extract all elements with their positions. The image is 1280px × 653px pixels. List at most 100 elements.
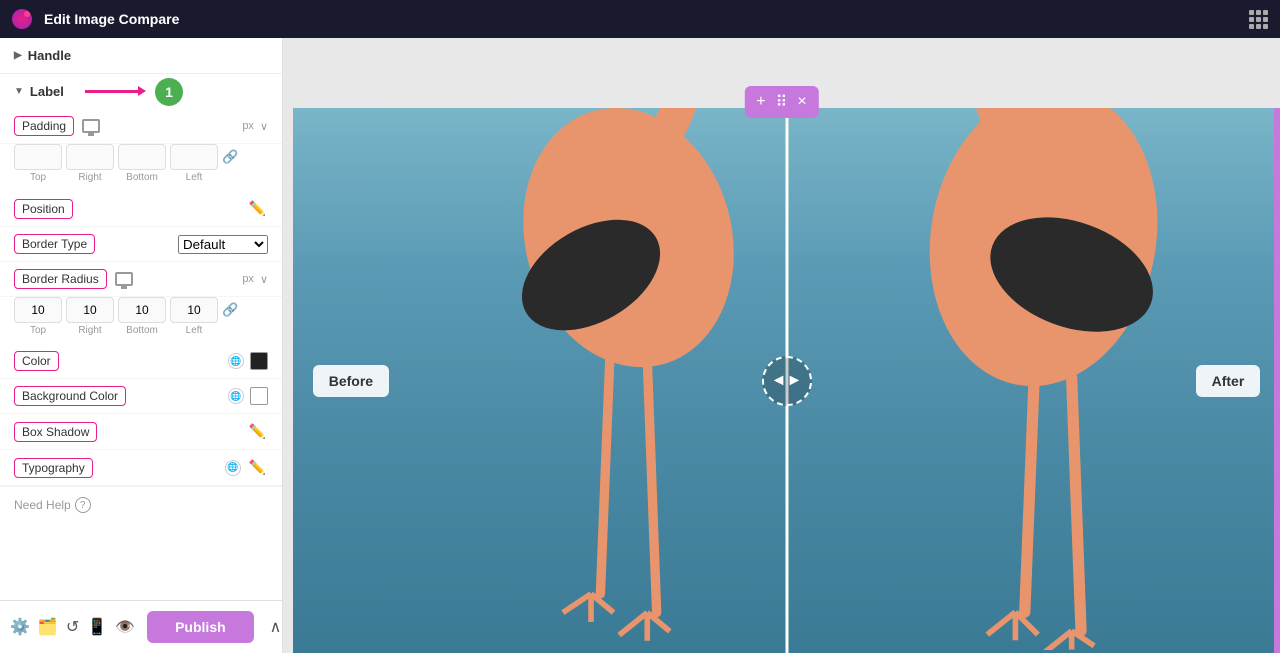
bg-color-controls: 🌐 [228, 387, 268, 405]
box-shadow-edit-button[interactable]: ✏️ [247, 421, 268, 442]
after-label: After [1196, 365, 1261, 397]
label-header-text: Label [30, 84, 64, 99]
handle-section[interactable]: ▶ Handle [0, 38, 282, 74]
br-inputs: 🔗 Top Right Bottom Left [0, 297, 282, 344]
border-radius-label[interactable]: Border Radius [14, 269, 107, 289]
top-label: Top [14, 172, 62, 183]
position-edit: ✏️ [247, 198, 268, 219]
responsive-icon-btn[interactable]: 📱 [87, 611, 107, 643]
br-left-label: Left [170, 325, 218, 336]
label-section: ▼ Label 1 Padding px ∨ [0, 74, 282, 487]
flamingo-left [441, 108, 816, 653]
box-shadow-row: Box Shadow ✏️ [0, 414, 282, 450]
color-controls: 🌐 [228, 352, 268, 370]
position-row: Position ✏️ [0, 191, 282, 227]
bottom-label: Bottom [118, 172, 166, 183]
flamingo-right [856, 108, 1231, 653]
box-shadow-edit: ✏️ [247, 421, 268, 442]
app-logo [12, 9, 32, 29]
typography-label[interactable]: Typography [14, 458, 93, 478]
typography-controls: 🌐 ✏️ [225, 457, 268, 478]
padding-top-input[interactable] [14, 144, 62, 170]
handle-label: Handle [28, 48, 71, 63]
br-top-input[interactable] [14, 297, 62, 323]
typography-edit-button[interactable]: ✏️ [247, 457, 268, 478]
image-compare[interactable]: ◄► Before After [293, 108, 1280, 653]
sidebar: ▶ Handle ▼ Label 1 Padding [0, 38, 283, 653]
padding-left-input[interactable] [170, 144, 218, 170]
br-unit: px [242, 273, 254, 285]
border-radius-row: Border Radius px ∨ [0, 262, 282, 297]
right-label: Right [66, 172, 114, 183]
page-title: Edit Image Compare [44, 11, 1237, 27]
help-icon[interactable]: ? [75, 497, 91, 513]
layers-icon[interactable]: 🗂️ [38, 611, 58, 643]
arrow-indicator [85, 90, 140, 93]
typography-row: Typography 🌐 ✏️ [0, 450, 282, 486]
grid-menu-icon[interactable] [1249, 10, 1268, 29]
image-compare-wrapper: ◄► Before After [293, 108, 1280, 653]
box-shadow-label[interactable]: Box Shadow [14, 422, 97, 442]
border-type-select[interactable]: Default Solid Dashed Dotted Double None [178, 235, 268, 254]
br-link-icon[interactable]: 🔗 [222, 302, 238, 318]
padding-right-input[interactable] [66, 144, 114, 170]
history-icon[interactable]: ↺ [66, 611, 79, 643]
ft-close-button[interactable]: × [793, 91, 810, 113]
need-help-row: Need Help ? [0, 487, 282, 523]
br-labels: Top Right Bottom Left [14, 325, 268, 336]
canvas: + ⠿ × [283, 38, 1280, 653]
br-bottom-input[interactable] [118, 297, 166, 323]
br-responsive-icon[interactable] [115, 272, 133, 286]
left-label: Left [170, 172, 218, 183]
padding-unit-chevron[interactable]: ∨ [260, 120, 268, 133]
position-label[interactable]: Position [14, 199, 73, 219]
position-edit-button[interactable]: ✏️ [247, 198, 268, 219]
right-edge-indicator [1274, 108, 1280, 653]
br-left-input[interactable] [170, 297, 218, 323]
bg-color-global-icon[interactable]: 🌐 [228, 388, 244, 404]
bg-color-row: Background Color 🌐 [0, 379, 282, 414]
ft-move-button[interactable]: ⠿ [772, 90, 792, 114]
br-bottom-label: Bottom [118, 325, 166, 336]
handle-arrow-icon: ▶ [14, 50, 22, 61]
border-type-label[interactable]: Border Type [14, 234, 95, 254]
br-right-input[interactable] [66, 297, 114, 323]
label-header[interactable]: ▼ Label 1 [0, 74, 282, 109]
border-type-select-wrapper: Default Solid Dashed Dotted Double None [178, 235, 268, 254]
br-right-label: Right [66, 325, 114, 336]
preview-icon[interactable]: 👁️ [115, 611, 135, 643]
publish-button[interactable]: Publish [147, 611, 254, 643]
padding-bottom-input[interactable] [118, 144, 166, 170]
link-icon[interactable]: 🔗 [222, 149, 238, 165]
color-global-icon[interactable]: 🌐 [228, 353, 244, 369]
bottom-bar: ⚙️ 🗂️ ↺ 📱 👁️ Publish ∧ [0, 600, 282, 653]
before-label: Before [313, 365, 389, 397]
bg-color-swatch[interactable] [250, 387, 268, 405]
label-arrow-icon: ▼ [14, 86, 24, 97]
padding-unit-row: px ∨ [242, 120, 268, 133]
step-badge: 1 [155, 78, 183, 106]
ft-add-button[interactable]: + [752, 91, 769, 113]
padding-row: Padding px ∨ [0, 109, 282, 144]
chevron-up-button[interactable]: ∧ [262, 613, 283, 641]
color-swatch[interactable] [250, 352, 268, 370]
padding-label[interactable]: Padding [14, 116, 74, 136]
padding-unit: px [242, 120, 254, 132]
color-label[interactable]: Color [14, 351, 59, 371]
handle-arrows-icon: ◄► [771, 372, 803, 390]
br-unit-chevron[interactable]: ∨ [260, 273, 268, 286]
responsive-icon[interactable] [82, 119, 100, 133]
compare-handle[interactable]: ◄► [762, 356, 812, 406]
topbar: Edit Image Compare [0, 0, 1280, 38]
br-unit-row: px ∨ [242, 273, 268, 286]
border-type-row: Border Type Default Solid Dashed Dotted … [0, 227, 282, 262]
padding-labels: Top Right Bottom Left [14, 172, 268, 183]
settings-icon[interactable]: ⚙️ [10, 611, 30, 643]
typography-global-icon[interactable]: 🌐 [225, 460, 241, 476]
sidebar-content: ▶ Handle ▼ Label 1 Padding [0, 38, 282, 600]
padding-inputs: 🔗 Top Right Bottom Left [0, 144, 282, 191]
main-layout: ▶ Handle ▼ Label 1 Padding [0, 38, 1280, 653]
bg-color-label[interactable]: Background Color [14, 386, 126, 406]
padding-input-row: 🔗 [14, 144, 268, 170]
floating-toolbar: + ⠿ × [744, 86, 818, 118]
